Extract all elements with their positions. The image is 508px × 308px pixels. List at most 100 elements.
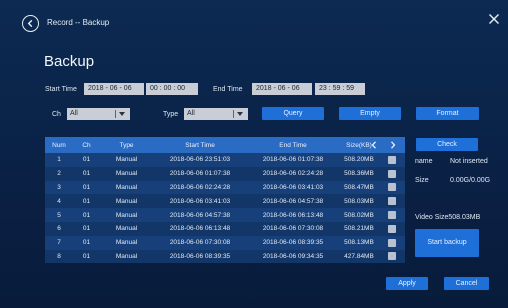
device-size-label: Size [415,177,429,184]
format-button[interactable]: Format [416,107,479,120]
table-row[interactable]: 8 01 Manual 2018-06-06 08:39:35 2018-06-… [45,249,405,264]
cell-ch: 01 [82,170,91,178]
row-checkbox[interactable] [388,155,396,164]
empty-button[interactable]: Empty [339,107,401,120]
header-num: Num [52,141,66,149]
cell-size: 508.13MB [344,239,374,247]
start-time-label: Start Time [45,86,77,93]
back-button[interactable] [22,15,39,32]
row-checkbox[interactable] [388,197,396,206]
cell-end-time: 2018-06-06 02:24:28 [262,170,324,178]
cell-type: Manual [115,211,138,219]
table-row[interactable]: 5 01 Manual 2018-06-06 04:57:38 2018-06-… [45,208,405,222]
cell-start-time: 2018-06-06 01:07:38 [169,170,231,178]
cell-num: 7 [57,239,61,247]
check-button[interactable]: Check [416,138,478,151]
table-row[interactable]: 1 01 Manual 2018-06-06 23:51:03 2018-06-… [45,153,405,167]
device-size-value: 0.00G/0.00G [450,177,491,184]
end-time-label: End Time [213,86,243,93]
table-row[interactable]: 6 01 Manual 2018-06-06 06:13:48 2018-06-… [45,221,405,236]
breadcrumb: Record -- Backup [47,18,110,27]
ch-select[interactable]: All [67,108,130,120]
row-checkbox[interactable] [388,238,396,247]
cell-start-time: 2018-06-06 06:13:48 [169,225,231,233]
cell-end-time: 2018-06-06 09:34:35 [262,252,324,260]
cancel-button[interactable]: Cancel [444,277,489,290]
table-row[interactable]: 7 01 Manual 2018-06-06 07:30:08 2018-06-… [45,235,405,250]
backup-dialog: Record -- Backup Backup Start Time 2018 … [0,0,508,308]
cell-num: 4 [57,197,61,205]
cell-ch: 01 [82,183,91,191]
cell-start-time: 2018-06-06 02:24:28 [169,183,231,191]
type-select[interactable]: All [184,108,248,120]
cell-num: 1 [57,156,61,164]
cell-end-time: 2018-06-06 01:07:38 [262,156,324,164]
cell-size: 508.02MB [344,211,374,219]
table-row[interactable]: 4 01 Manual 2018-06-06 03:41:03 2018-06-… [45,194,405,209]
cell-type: Manual [115,156,138,164]
cell-size: 508.21MB [344,225,374,233]
cell-num: 2 [57,170,61,178]
chevron-down-icon [119,112,125,116]
table-row[interactable]: 3 01 Manual 2018-06-06 02:24:28 2018-06-… [45,180,405,195]
row-checkbox[interactable] [388,252,396,261]
row-checkbox[interactable] [388,183,396,192]
cell-size: 508.20MB [344,156,374,164]
cell-type: Manual [115,252,138,260]
table-row[interactable]: 2 01 Manual 2018-06-06 01:07:38 2018-06-… [45,166,405,181]
chevron-down-icon [237,112,243,116]
table-header: Num Ch Type Start Time End Time Size(KB) [45,137,405,153]
header-type: Type [119,141,134,149]
apply-button[interactable]: Apply [386,277,428,290]
ch-label: Ch [52,111,61,118]
select-divider [115,110,116,118]
cell-type: Manual [115,183,138,191]
cell-size: 508.47MB [344,183,374,191]
end-clock-field[interactable]: 23 : 59 : 59 [315,83,365,95]
header-end-time: End Time [279,141,307,149]
record-table: Num Ch Type Start Time End Time Size(KB)… [45,137,405,264]
cell-end-time: 2018-06-06 06:13:48 [262,211,324,219]
next-page-button[interactable] [388,138,398,152]
cell-type: Manual [115,239,138,247]
page-title: Backup [44,53,95,70]
row-checkbox[interactable] [388,211,396,220]
device-name-label: name [415,158,433,165]
cell-end-time: 2018-06-06 03:41:03 [262,183,324,191]
cell-num: 8 [57,252,61,260]
cell-start-time: 2018-06-06 08:39:35 [169,252,231,260]
cell-start-time: 2018-06-06 03:41:03 [169,197,231,205]
type-label: Type [163,111,179,118]
cell-num: 5 [57,211,61,219]
cell-ch: 01 [82,225,91,233]
cell-type: Manual [115,197,138,205]
cell-ch: 01 [82,156,91,164]
device-name-value: Not inserted [450,158,488,165]
cell-ch: 01 [82,239,91,247]
cell-type: Manual [115,170,138,178]
cell-start-time: 2018-06-06 04:57:38 [169,211,231,219]
start-clock-field[interactable]: 00 : 00 : 00 [146,83,198,95]
chevron-right-icon [391,141,396,149]
table-body: 1 01 Manual 2018-06-06 23:51:03 2018-06-… [45,153,405,264]
start-backup-button[interactable]: Start backup [415,229,479,257]
start-date-field[interactable]: 2018 - 06 - 06 [84,83,144,95]
cell-num: 3 [57,183,61,191]
query-button[interactable]: Query [262,107,324,120]
cell-start-time: 2018-06-06 23:51:03 [169,156,231,164]
video-size-text: Video Size508.03MB [415,214,481,221]
row-checkbox[interactable] [388,224,396,233]
close-icon [489,14,499,24]
cell-ch: 01 [82,252,91,260]
select-divider [233,110,234,118]
cell-size: 508.36MB [344,170,374,178]
cell-ch: 01 [82,197,91,205]
header-start-time: Start Time [185,141,215,149]
row-checkbox[interactable] [388,169,396,178]
end-date-field[interactable]: 2018 - 06 - 06 [252,83,312,95]
close-button[interactable] [488,12,500,24]
ch-select-value: All [70,110,78,117]
cell-num: 6 [57,225,61,233]
cell-ch: 01 [82,211,91,219]
prev-page-button[interactable] [369,138,379,152]
